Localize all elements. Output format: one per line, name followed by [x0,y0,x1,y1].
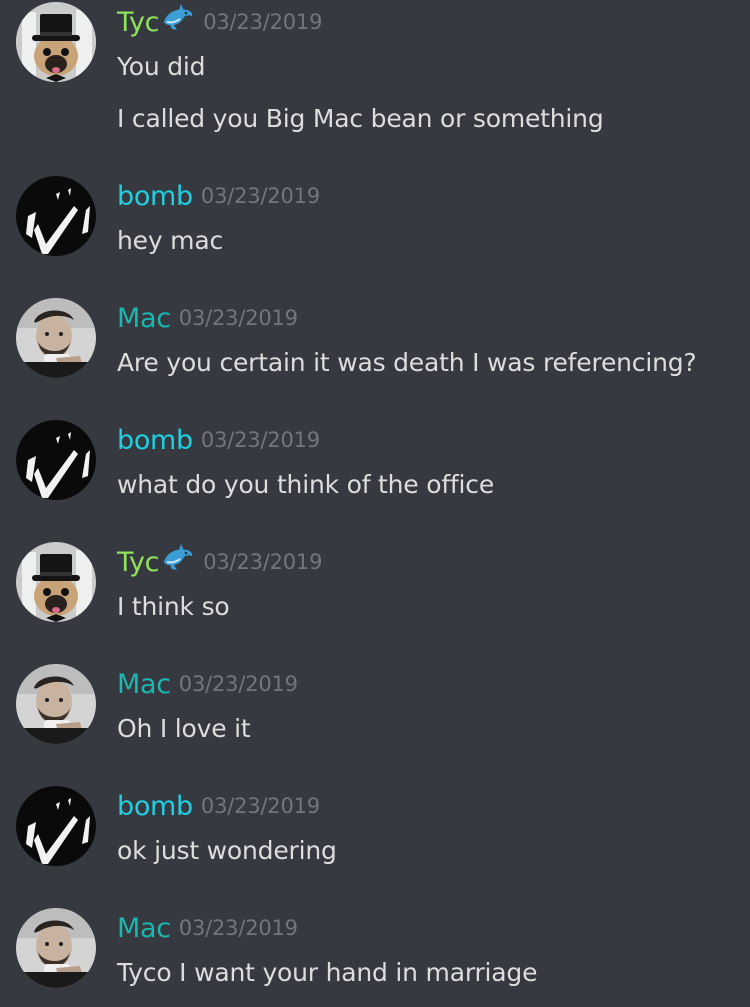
message-text: Tyco I want your hand in marriage [117,958,538,987]
timestamp: 03/23/2019 [178,916,298,940]
mac-avatar[interactable] [16,298,96,378]
message-text: Are you certain it was death I was refer… [117,348,697,377]
message-header: Tyc 03/23/2019 [117,2,322,42]
message-header: bomb 03/23/2019 [117,176,320,216]
message-text: I think so [117,592,230,621]
timestamp: 03/23/2019 [200,184,320,208]
username[interactable]: Mac [117,669,171,700]
message-text: ok just wondering [117,836,337,865]
message-text: what do you think of the office [117,470,495,499]
pug-top-hat-avatar[interactable] [16,2,96,82]
bomb-avatar[interactable] [16,786,96,866]
username[interactable]: bomb [117,425,193,456]
username[interactable]: Tyc [117,7,160,38]
username[interactable]: Tyc [117,547,160,578]
timestamp: 03/23/2019 [200,794,320,818]
username[interactable]: bomb [117,181,193,212]
message-text: You did [117,52,206,81]
mac-avatar[interactable] [16,664,96,744]
message-list: Tyc 03/23/2019 You did I called you Big … [0,0,750,1007]
pug-top-hat-avatar[interactable] [16,542,96,622]
username[interactable]: bomb [117,791,193,822]
message-header: bomb 03/23/2019 [117,786,320,826]
message-header: Mac 03/23/2019 [117,908,298,948]
message-text: hey mac [117,226,223,255]
message-header: Mac 03/23/2019 [117,298,298,338]
username[interactable]: Mac [117,303,171,334]
timestamp: 03/23/2019 [203,550,323,574]
message-text: Oh I love it [117,714,251,743]
timestamp: 03/23/2019 [178,306,298,330]
message-header: bomb 03/23/2019 [117,420,320,460]
timestamp: 03/23/2019 [200,428,320,452]
message-header: Mac 03/23/2019 [117,664,298,704]
timestamp: 03/23/2019 [178,672,298,696]
message-text: I called you Big Mac bean or something [117,104,604,133]
username[interactable]: Mac [117,913,171,944]
dolphin-icon [161,542,195,576]
bomb-avatar[interactable] [16,420,96,500]
message-header: Tyc 03/23/2019 [117,542,322,582]
mac-avatar[interactable] [16,908,96,988]
dolphin-icon [161,2,195,36]
timestamp: 03/23/2019 [203,10,323,34]
bomb-avatar[interactable] [16,176,96,256]
